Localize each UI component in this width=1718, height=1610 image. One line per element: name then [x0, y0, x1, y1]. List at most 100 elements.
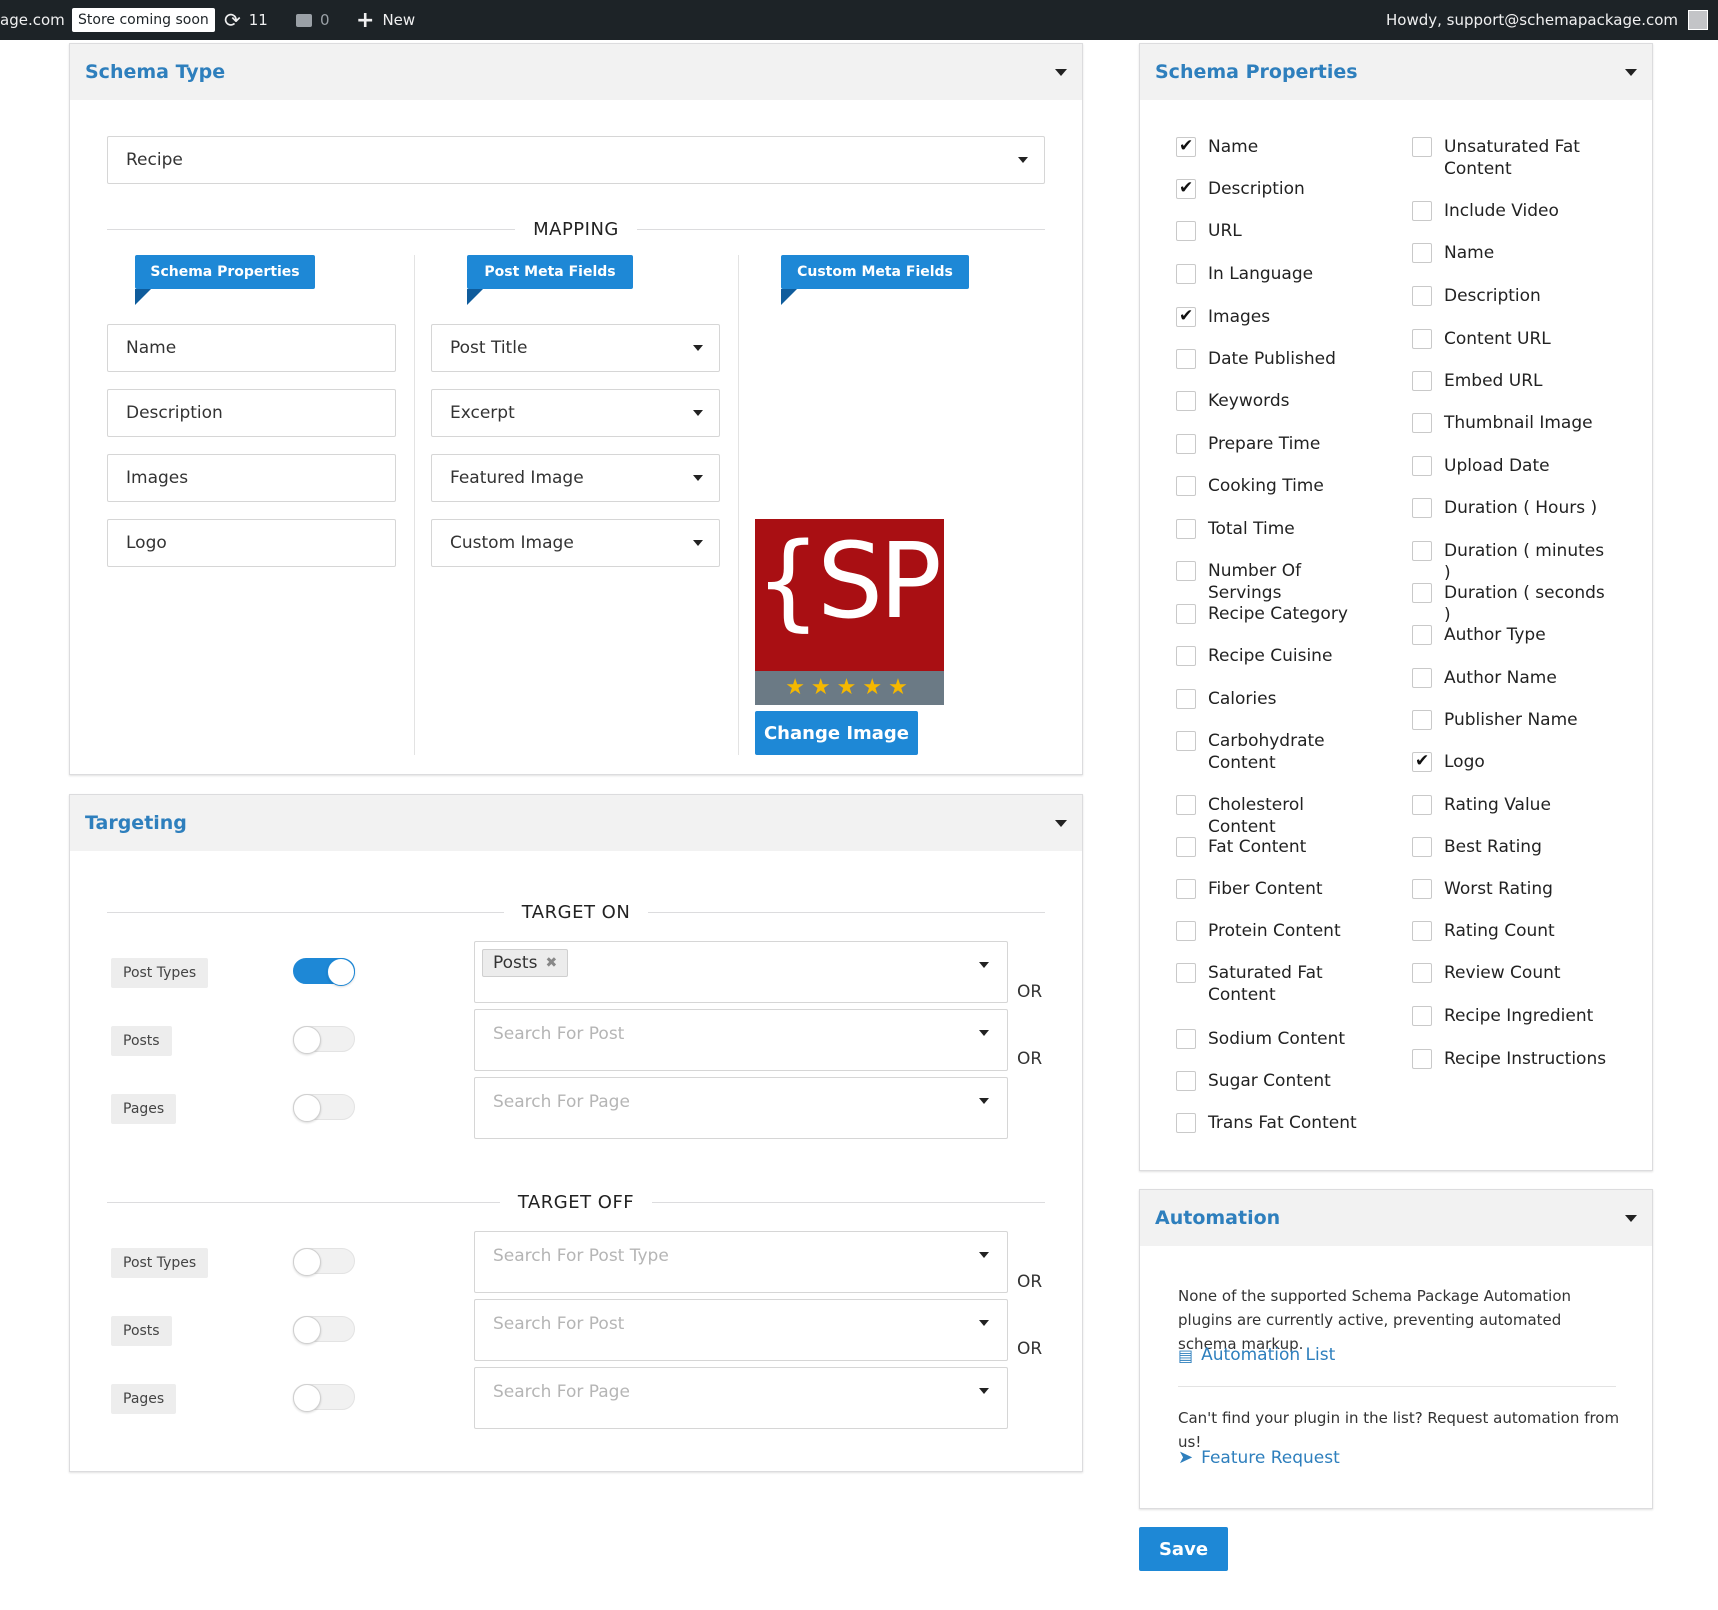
updates-link[interactable]: ⟳ 11: [224, 0, 268, 40]
property-checkbox-item[interactable]: Unsaturated Fat Content: [1412, 136, 1612, 180]
unchecked-checkbox[interactable]: [1412, 371, 1432, 391]
property-checkbox-item[interactable]: Protein Content: [1176, 920, 1376, 942]
new-content-link[interactable]: + New: [356, 0, 415, 40]
account-menu[interactable]: Howdy, support@schemapackage.com: [1386, 0, 1708, 40]
unchecked-checkbox[interactable]: [1412, 286, 1432, 306]
comments-link[interactable]: 0: [296, 0, 330, 40]
automation-header[interactable]: Automation: [1140, 1190, 1652, 1246]
remove-icon[interactable]: ✖: [545, 955, 557, 971]
caret-down-icon[interactable]: [1055, 819, 1067, 827]
unchecked-checkbox[interactable]: [1176, 391, 1196, 411]
target-on-post-types-toggle[interactable]: [293, 958, 355, 986]
property-checkbox-item[interactable]: Publisher Name: [1412, 709, 1612, 731]
mapping-meta-name-select[interactable]: Post Title: [431, 324, 720, 372]
property-checkbox-item[interactable]: Embed URL: [1412, 370, 1612, 392]
property-checkbox-item[interactable]: Recipe Ingredient: [1412, 1005, 1612, 1027]
property-checkbox-item[interactable]: URL: [1176, 220, 1376, 242]
schema-properties-header[interactable]: Schema Properties: [1140, 44, 1652, 100]
property-checkbox-item[interactable]: Saturated Fat Content: [1176, 962, 1376, 1006]
unchecked-checkbox[interactable]: [1412, 795, 1432, 815]
unchecked-checkbox[interactable]: [1176, 731, 1196, 751]
checked-checkbox[interactable]: [1176, 177, 1196, 199]
property-checkbox-item[interactable]: Keywords: [1176, 390, 1376, 412]
unchecked-checkbox[interactable]: [1176, 476, 1196, 496]
unchecked-checkbox[interactable]: [1412, 201, 1432, 221]
target-off-post-types-toggle[interactable]: [293, 1248, 355, 1276]
property-checkbox-item[interactable]: Carbohydrate Content: [1176, 730, 1376, 774]
property-checkbox-item[interactable]: Logo: [1412, 750, 1612, 773]
unchecked-checkbox[interactable]: [1412, 625, 1432, 645]
property-checkbox-item[interactable]: Include Video: [1412, 200, 1612, 222]
property-checkbox-item[interactable]: Recipe Cuisine: [1176, 645, 1376, 667]
property-checkbox-item[interactable]: Best Rating: [1412, 836, 1612, 858]
unchecked-checkbox[interactable]: [1176, 921, 1196, 941]
property-checkbox-item[interactable]: Fat Content: [1176, 836, 1376, 858]
target-on-posts-toggle[interactable]: [293, 1026, 355, 1054]
feature-request-link[interactable]: ➤ Feature Request: [1178, 1447, 1340, 1468]
property-checkbox-item[interactable]: Rating Count: [1412, 920, 1612, 942]
target-off-post-types-select[interactable]: Search For Post Type: [474, 1231, 1008, 1293]
property-checkbox-item[interactable]: Cholesterol Content: [1176, 794, 1376, 838]
property-checkbox-item[interactable]: Duration ( minutes ): [1412, 540, 1612, 584]
unchecked-checkbox[interactable]: [1412, 498, 1432, 518]
unchecked-checkbox[interactable]: [1412, 243, 1432, 263]
unchecked-checkbox[interactable]: [1412, 541, 1432, 561]
target-off-posts-select[interactable]: Search For Post: [474, 1299, 1008, 1361]
store-coming-soon-badge[interactable]: Store coming soon: [72, 8, 215, 32]
caret-down-icon[interactable]: [1625, 68, 1637, 76]
property-checkbox-item[interactable]: Fiber Content: [1176, 878, 1376, 900]
property-checkbox-item[interactable]: Recipe Category: [1176, 603, 1376, 625]
unchecked-checkbox[interactable]: [1176, 689, 1196, 709]
unchecked-checkbox[interactable]: [1176, 1113, 1196, 1133]
property-checkbox-item[interactable]: In Language: [1176, 263, 1376, 285]
property-checkbox-item[interactable]: Author Name: [1412, 667, 1612, 689]
unchecked-checkbox[interactable]: [1412, 583, 1432, 603]
property-checkbox-item[interactable]: Duration ( seconds ): [1412, 582, 1612, 626]
unchecked-checkbox[interactable]: [1176, 1029, 1196, 1049]
schema-type-header[interactable]: Schema Type: [70, 44, 1082, 100]
save-button[interactable]: Save: [1139, 1527, 1228, 1571]
unchecked-checkbox[interactable]: [1412, 1006, 1432, 1026]
mapping-meta-description-select[interactable]: Excerpt: [431, 389, 720, 437]
automation-list-link[interactable]: ▤ Automation List: [1178, 1345, 1335, 1365]
mapping-property-name[interactable]: Name: [107, 324, 396, 372]
target-on-pages-toggle[interactable]: [293, 1094, 355, 1122]
mapping-property-logo[interactable]: Logo: [107, 519, 396, 567]
unchecked-checkbox[interactable]: [1412, 837, 1432, 857]
property-checkbox-item[interactable]: Number Of Servings: [1176, 560, 1376, 604]
unchecked-checkbox[interactable]: [1176, 795, 1196, 815]
unchecked-checkbox[interactable]: [1176, 221, 1196, 241]
unchecked-checkbox[interactable]: [1176, 1071, 1196, 1091]
unchecked-checkbox[interactable]: [1412, 921, 1432, 941]
property-checkbox-item[interactable]: Review Count: [1412, 962, 1612, 984]
target-off-pages-toggle[interactable]: [293, 1384, 355, 1412]
unchecked-checkbox[interactable]: [1176, 646, 1196, 666]
unchecked-checkbox[interactable]: [1176, 837, 1196, 857]
checked-checkbox[interactable]: [1176, 135, 1196, 157]
unchecked-checkbox[interactable]: [1412, 413, 1432, 433]
property-checkbox-item[interactable]: Author Type: [1412, 624, 1612, 646]
unchecked-checkbox[interactable]: [1176, 879, 1196, 899]
site-name-link[interactable]: age.com: [0, 0, 65, 40]
target-off-pages-select[interactable]: Search For Page: [474, 1367, 1008, 1429]
property-checkbox-item[interactable]: Calories: [1176, 688, 1376, 710]
property-checkbox-item[interactable]: Sugar Content: [1176, 1070, 1376, 1092]
selected-chip-posts[interactable]: Posts ✖: [482, 949, 569, 977]
unchecked-checkbox[interactable]: [1176, 434, 1196, 454]
mapping-property-images[interactable]: Images: [107, 454, 396, 502]
mapping-meta-images-select[interactable]: Featured Image: [431, 454, 720, 502]
checked-checkbox[interactable]: [1176, 305, 1196, 327]
targeting-header[interactable]: Targeting: [70, 795, 1082, 851]
unchecked-checkbox[interactable]: [1412, 710, 1432, 730]
property-checkbox-item[interactable]: Cooking Time: [1176, 475, 1376, 497]
property-checkbox-item[interactable]: Name: [1412, 242, 1612, 264]
unchecked-checkbox[interactable]: [1176, 264, 1196, 284]
property-checkbox-item[interactable]: Date Published: [1176, 348, 1376, 370]
unchecked-checkbox[interactable]: [1176, 349, 1196, 369]
unchecked-checkbox[interactable]: [1412, 963, 1432, 983]
property-checkbox-item[interactable]: Recipe Instructions: [1412, 1048, 1612, 1070]
unchecked-checkbox[interactable]: [1412, 879, 1432, 899]
property-checkbox-item[interactable]: Upload Date: [1412, 455, 1612, 477]
property-checkbox-item[interactable]: Description: [1412, 285, 1612, 307]
unchecked-checkbox[interactable]: [1176, 604, 1196, 624]
